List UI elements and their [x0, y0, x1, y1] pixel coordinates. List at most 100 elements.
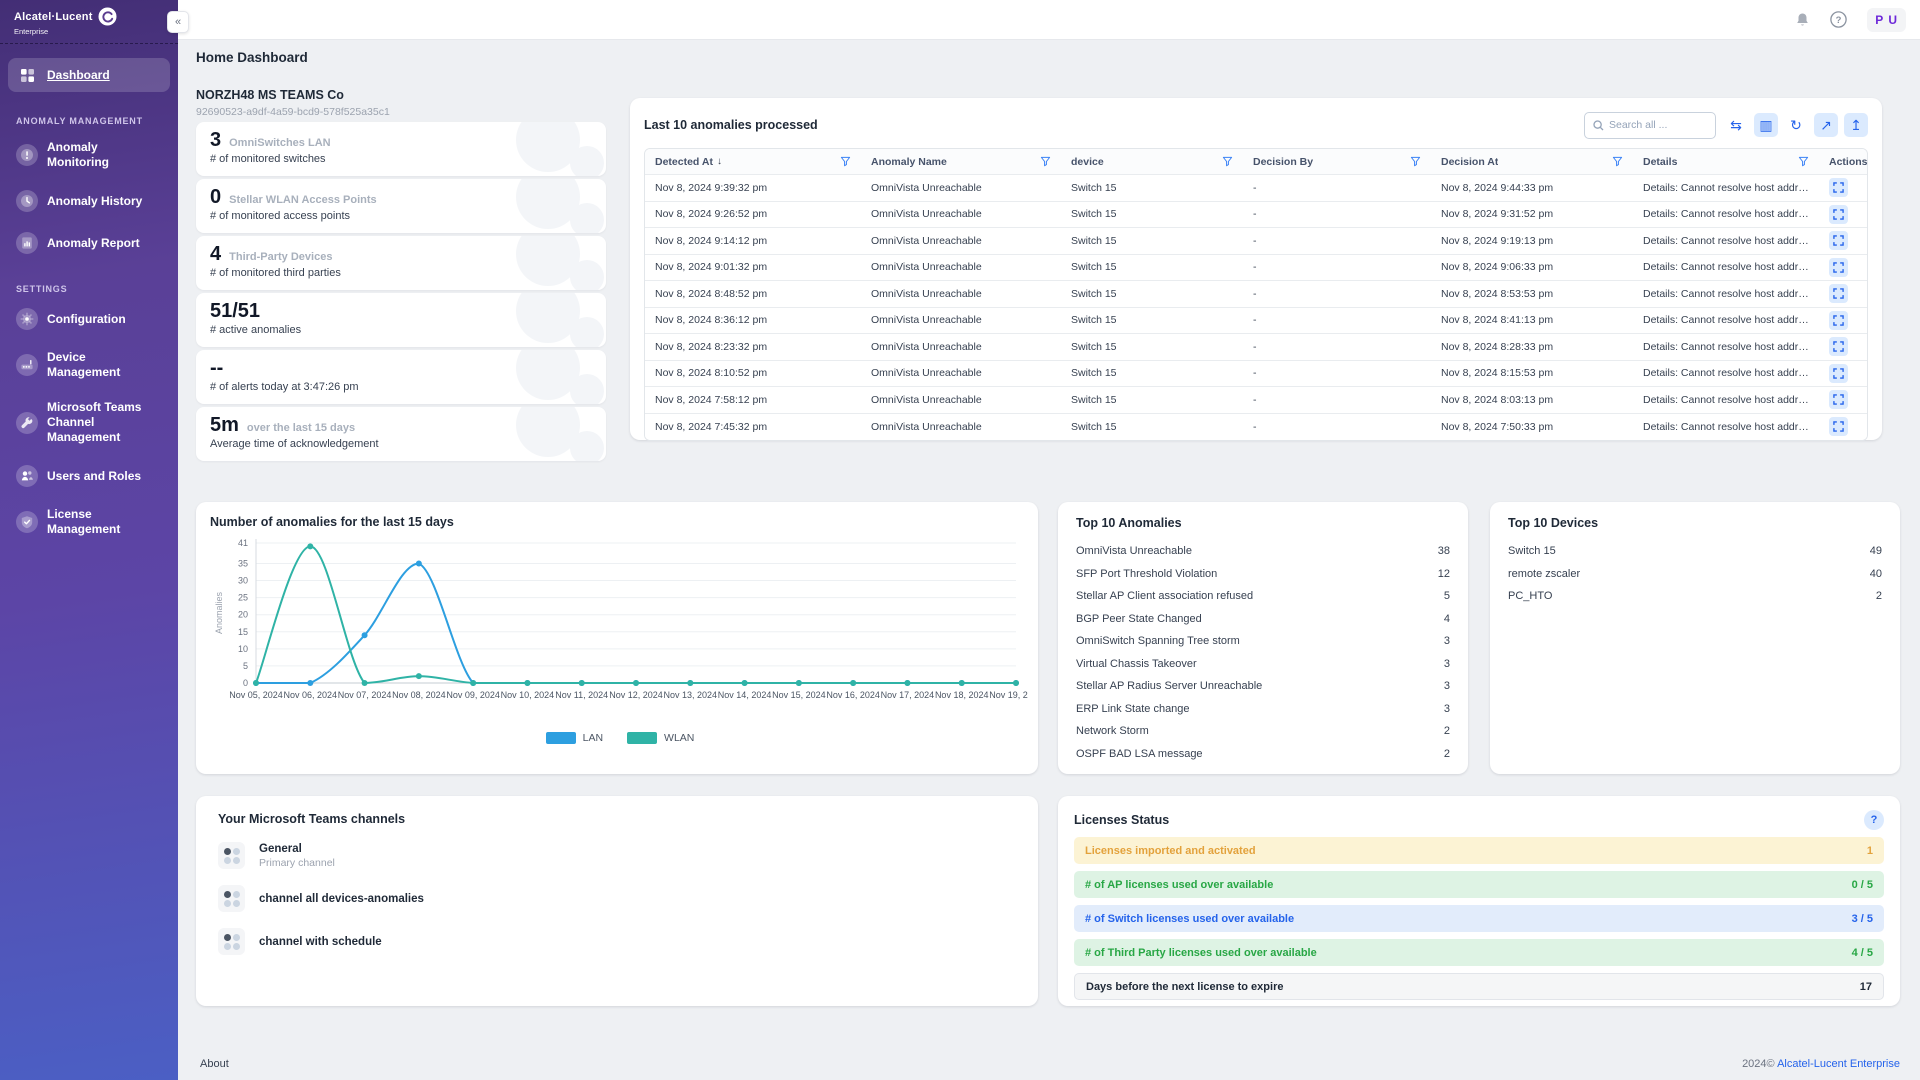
cell-decision_at: Nov 8, 2024 9:06:33 pm — [1431, 261, 1633, 273]
sidebar-item-anomaly-report[interactable]: Anomaly Report — [8, 226, 170, 260]
filter-icon[interactable] — [1222, 156, 1233, 167]
filter-icon[interactable] — [1798, 156, 1809, 167]
cell-text: Switch 15 — [1071, 235, 1117, 247]
list-item-label: OmniVista Unreachable — [1076, 545, 1192, 557]
expand-row-button[interactable] — [1829, 311, 1848, 330]
filter-icon[interactable] — [1040, 156, 1051, 167]
channel-item[interactable]: GeneralPrimary channel — [218, 842, 1016, 869]
expand-row-button[interactable] — [1829, 178, 1848, 197]
top-devices-card: Top 10 Devices Switch 1549remote zscaler… — [1490, 502, 1900, 774]
sidebar-item-license-management[interactable]: License Management — [8, 501, 170, 543]
license-label: Days before the next license to expire — [1086, 981, 1283, 993]
bell-icon[interactable] — [1795, 12, 1810, 28]
upload-icon[interactable]: ↥ — [1844, 113, 1868, 137]
export-icon[interactable]: ↗ — [1814, 113, 1838, 137]
legend-label: LAN — [583, 732, 603, 744]
cell-name: OmniVista Unreachable — [861, 235, 1061, 247]
cell-text: OmniVista Unreachable — [871, 421, 982, 433]
cell-actions — [1819, 417, 1867, 436]
expand-row-button[interactable] — [1829, 364, 1848, 383]
list-item-count: 3 — [1444, 703, 1450, 715]
channel-item[interactable]: channel all devices-anomalies — [218, 885, 1016, 912]
cell-text: OmniVista Unreachable — [871, 314, 982, 326]
table-row: Nov 8, 2024 9:01:32 pmOmniVista Unreacha… — [645, 255, 1867, 282]
cell-text: Nov 8, 2024 7:45:32 pm — [655, 421, 767, 433]
expand-row-button[interactable] — [1829, 337, 1848, 356]
cell-text: Nov 8, 2024 9:01:32 pm — [655, 261, 767, 273]
list-item: SFP Port Threshold Violation12 — [1076, 563, 1450, 586]
column-header-device[interactable]: device — [1061, 156, 1243, 168]
legend-item-lan[interactable]: LAN — [546, 732, 603, 744]
cell-decision_at: Nov 8, 2024 7:50:33 pm — [1431, 421, 1633, 433]
expand-row-button[interactable] — [1829, 284, 1848, 303]
cell-text: Switch 15 — [1071, 421, 1117, 433]
legend-item-wlan[interactable]: WLAN — [627, 732, 694, 744]
svg-text:?: ? — [1836, 15, 1842, 26]
cell-details: Details: Cannot resolve host address ... — [1633, 394, 1819, 406]
collapse-sidebar-button[interactable]: « — [167, 11, 189, 33]
cell-details: Details: Cannot resolve host address ... — [1633, 182, 1819, 194]
cell-text: Switch 15 — [1071, 261, 1117, 273]
column-header-decision-at[interactable]: Decision At — [1431, 156, 1633, 168]
cell-text: - — [1253, 182, 1257, 194]
license-value: 4 / 5 — [1852, 947, 1873, 959]
license-label: # of Third Party licenses used over avai… — [1085, 947, 1317, 959]
cell-device: Switch 15 — [1061, 341, 1243, 353]
filter-icon[interactable] — [840, 156, 851, 167]
filter-icon[interactable] — [1410, 156, 1421, 167]
sidebar-item-anomaly-monitoring[interactable]: Anomaly Monitoring — [8, 134, 170, 176]
help-icon[interactable]: ? — [1830, 11, 1847, 28]
column-header-label: Details — [1643, 156, 1677, 168]
refresh-icon[interactable]: ↻ — [1784, 113, 1808, 137]
sort-desc-icon[interactable]: ↓ — [717, 156, 722, 167]
list-item: Stellar AP Radius Server Unreachable3 — [1076, 675, 1450, 698]
expand-row-button[interactable] — [1829, 390, 1848, 409]
column-header-label: Decision At — [1441, 156, 1498, 168]
table-row: Nov 8, 2024 8:23:32 pmOmniVista Unreacha… — [645, 334, 1867, 361]
search-input[interactable] — [1609, 119, 1707, 131]
copyright-link[interactable]: Alcatel-Lucent Enterprise — [1777, 1058, 1900, 1070]
column-header-label-wrap: Actions — [1829, 156, 1867, 168]
column-header-detected-at[interactable]: Detected At↓ — [645, 156, 861, 168]
cell-decision_at: Nov 8, 2024 8:53:53 pm — [1431, 288, 1633, 300]
expand-row-button[interactable] — [1829, 205, 1848, 224]
expand-row-button[interactable] — [1829, 258, 1848, 277]
about-link[interactable]: About — [200, 1058, 229, 1070]
column-header-details[interactable]: Details — [1633, 156, 1819, 168]
channel-item[interactable]: channel with schedule — [218, 928, 1016, 955]
decorative-circle — [570, 374, 604, 404]
sidebar-item-configuration[interactable]: Configuration — [8, 302, 170, 336]
brand-sub: Enterprise — [14, 27, 178, 36]
column-header-actions[interactable]: Actions — [1819, 156, 1867, 168]
svg-text:Nov 08, 2024: Nov 08, 2024 — [392, 690, 446, 700]
column-header-anomaly-name[interactable]: Anomaly Name — [861, 156, 1061, 168]
license-row: Days before the next license to expire17 — [1074, 973, 1884, 1000]
column-resize-icon[interactable]: ⇆ — [1724, 113, 1748, 137]
brand-name: Alcatel·Lucent — [14, 11, 93, 23]
cell-device: Switch 15 — [1061, 367, 1243, 379]
sidebar-item-device-management[interactable]: Device Management — [8, 344, 170, 386]
svg-text:Nov 10, 2024: Nov 10, 2024 — [501, 690, 555, 700]
wrench-icon — [16, 412, 38, 434]
filter-icon[interactable] — [1612, 156, 1623, 167]
list-item: remote zscaler40 — [1508, 563, 1882, 586]
cell-detected: Nov 8, 2024 9:01:32 pm — [645, 261, 861, 273]
cell-text: Nov 8, 2024 9:31:52 pm — [1441, 208, 1553, 220]
user-avatar[interactable]: P U — [1867, 8, 1906, 32]
sidebar-item-microsoft-teams-channel-management[interactable]: Microsoft Teams Channel Management — [8, 394, 170, 451]
cell-text: Switch 15 — [1071, 314, 1117, 326]
cell-device: Switch 15 — [1061, 421, 1243, 433]
licenses-card: Licenses Status ? Licenses imported and … — [1058, 796, 1900, 1006]
sidebar-item-users-and-roles[interactable]: Users and Roles — [8, 459, 170, 493]
table-columns-icon[interactable]: ▥ — [1754, 113, 1778, 137]
sidebar-item-dashboard[interactable]: Dashboard — [8, 58, 170, 92]
licenses-help-icon[interactable]: ? — [1864, 810, 1884, 830]
expand-row-button[interactable] — [1829, 417, 1848, 436]
sidebar-item-anomaly-history[interactable]: Anomaly History — [8, 184, 170, 218]
cell-device: Switch 15 — [1061, 314, 1243, 326]
cell-text: - — [1253, 421, 1257, 433]
license-row: # of AP licenses used over available0 / … — [1074, 871, 1884, 898]
expand-row-button[interactable] — [1829, 231, 1848, 250]
column-header-decision-by[interactable]: Decision By — [1243, 156, 1431, 168]
cell-text: Nov 8, 2024 9:14:12 pm — [655, 235, 767, 247]
